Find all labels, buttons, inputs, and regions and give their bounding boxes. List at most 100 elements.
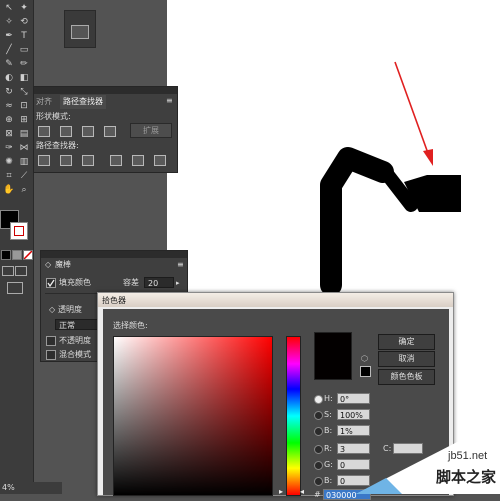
draw-normal-icon[interactable]	[2, 266, 14, 276]
outline-icon[interactable]	[132, 155, 144, 166]
eraser-icon[interactable]: ◧	[17, 72, 31, 84]
exclude-icon[interactable]	[104, 126, 116, 137]
color-preview	[314, 332, 352, 380]
crop-icon[interactable]	[110, 155, 122, 166]
merge-icon[interactable]	[82, 155, 94, 166]
column-graph-icon[interactable]: ▥	[17, 156, 31, 168]
tab-pathfinder[interactable]: 路径查找器	[60, 95, 106, 109]
unite-icon[interactable]	[38, 126, 50, 137]
zoom-level[interactable]: 4%	[0, 482, 62, 494]
watermark: jb51.net 脚本之家	[356, 420, 500, 494]
opacity-expand-icon[interactable]: ◇	[49, 305, 55, 315]
free-transform-icon[interactable]: ⊡	[17, 100, 31, 112]
hue-slider-left-arrow-icon[interactable]: ▸	[279, 487, 283, 496]
color-mode-icon[interactable]	[1, 250, 11, 260]
cancel-button[interactable]: 取消	[378, 351, 435, 367]
artboard-icon[interactable]: ⌗	[2, 170, 16, 182]
tolerance-arrow-icon[interactable]: ▸	[176, 278, 180, 288]
dialog-titlebar[interactable]: 拾色器	[98, 293, 453, 307]
pathfinders-label: 路径查找器:	[36, 141, 79, 150]
figure-body	[320, 147, 394, 296]
s-input[interactable]: 100%	[337, 409, 370, 420]
line-tool-icon[interactable]: ╱	[2, 44, 16, 56]
blend-mode-label: 混合模式	[59, 350, 91, 359]
opacity-label: 透明度	[58, 305, 82, 314]
tab-align[interactable]: 对齐	[36, 95, 52, 109]
color-swatches-button[interactable]: 颜色色板	[378, 369, 435, 385]
web-color-swatch[interactable]	[360, 366, 371, 377]
minus-front-icon[interactable]	[60, 126, 72, 137]
lasso-icon[interactable]: ✦	[17, 2, 31, 14]
rotate-icon[interactable]: ↻	[2, 86, 16, 98]
b-radio[interactable]	[314, 427, 323, 436]
panel-title: 魔棒	[55, 260, 71, 269]
symbol-sprayer-icon[interactable]: ✺	[2, 156, 16, 168]
pen-icon[interactable]: ✒	[2, 30, 16, 42]
tolerance-label: 容差	[123, 278, 139, 287]
panel-titlebar[interactable]	[34, 87, 177, 94]
g-radio[interactable]	[314, 461, 323, 470]
color-field[interactable]	[113, 336, 273, 496]
pathfinder-panel: 对齐 路径查找器 ≡ 形状模式: 扩展 路径查找器:	[33, 86, 178, 173]
warp-icon[interactable]: ≈	[2, 100, 16, 112]
opacity-check-label: 不透明度	[59, 336, 91, 345]
blob-brush-icon[interactable]: ◐	[2, 72, 16, 84]
blend-mode-select[interactable]: 正常	[55, 319, 99, 330]
intersect-icon[interactable]	[82, 126, 94, 137]
stroke-swatch[interactable]	[10, 222, 28, 240]
paintbrush-icon[interactable]: ✎	[2, 58, 16, 70]
fill-color-checkbox[interactable]	[46, 278, 56, 288]
trim-icon[interactable]	[60, 155, 72, 166]
h-radio[interactable]	[314, 395, 323, 404]
panel-icon	[71, 25, 89, 39]
collapsed-panel[interactable]	[64, 10, 96, 48]
opacity-checkbox[interactable]	[46, 336, 56, 346]
blend-mode-checkbox[interactable]	[46, 350, 56, 360]
hex-prefix: #	[314, 490, 321, 499]
r-radio[interactable]	[314, 445, 323, 454]
panel-collapse-icon[interactable]: ◇	[45, 260, 51, 270]
scale-icon[interactable]: ⤡	[17, 86, 31, 98]
hue-slider-right-arrow-icon[interactable]: ◂	[300, 487, 304, 496]
b-label: B:	[324, 426, 333, 435]
select-color-label: 选择颜色:	[113, 321, 148, 330]
gradient-icon[interactable]: ▤	[17, 128, 31, 140]
none-mode-icon[interactable]	[23, 250, 33, 260]
tolerance-input[interactable]: 20	[144, 277, 174, 288]
rectangle-tool-icon[interactable]: ▭	[17, 44, 31, 56]
perspective-grid-icon[interactable]: ⊞	[17, 114, 31, 126]
watermark-name: 脚本之家	[436, 468, 497, 486]
gamut-warning-icon[interactable]: ⬡	[361, 354, 368, 363]
hand-icon[interactable]: ✋	[2, 184, 16, 196]
panel-titlebar[interactable]	[41, 251, 187, 258]
eyedropper-icon[interactable]: ✑	[2, 142, 16, 154]
draw-behind-icon[interactable]	[15, 266, 27, 276]
type-tool-icon[interactable]: T	[17, 30, 31, 42]
magic-wand-icon[interactable]: ✧	[2, 16, 16, 28]
pencil-icon[interactable]: ✏	[17, 58, 31, 70]
lasso-tool-icon[interactable]: ⟲	[17, 16, 31, 28]
shape-builder-icon[interactable]: ⊕	[2, 114, 16, 126]
ok-button[interactable]: 确定	[378, 334, 435, 350]
zoom-icon[interactable]: ⌕	[17, 184, 31, 196]
s-radio[interactable]	[314, 411, 323, 420]
screen-mode-icon[interactable]	[7, 282, 23, 294]
rgb-b-label: B:	[324, 476, 333, 485]
panel-menu-icon[interactable]: ≡	[177, 260, 184, 270]
figure-arm	[380, 167, 418, 212]
shape-modes-label: 形状模式:	[36, 112, 71, 121]
minus-back-icon[interactable]	[154, 155, 166, 166]
dialog-title: 拾色器	[102, 296, 126, 305]
divide-icon[interactable]	[38, 155, 50, 166]
h-input[interactable]: 0°	[337, 393, 370, 404]
annotation-arrow-head	[423, 149, 433, 166]
gradient-mode-icon[interactable]	[12, 250, 22, 260]
hue-slider[interactable]	[286, 336, 301, 496]
rgb-b-radio[interactable]	[314, 477, 323, 486]
expand-button[interactable]: 扩展	[130, 123, 172, 138]
mesh-icon[interactable]: ⊠	[2, 128, 16, 140]
blend-icon[interactable]: ⋈	[17, 142, 31, 154]
direct-select-icon[interactable]: ↖	[2, 2, 16, 14]
slice-icon[interactable]: ⟋	[17, 170, 31, 182]
panel-menu-icon[interactable]: ≡	[166, 96, 173, 105]
